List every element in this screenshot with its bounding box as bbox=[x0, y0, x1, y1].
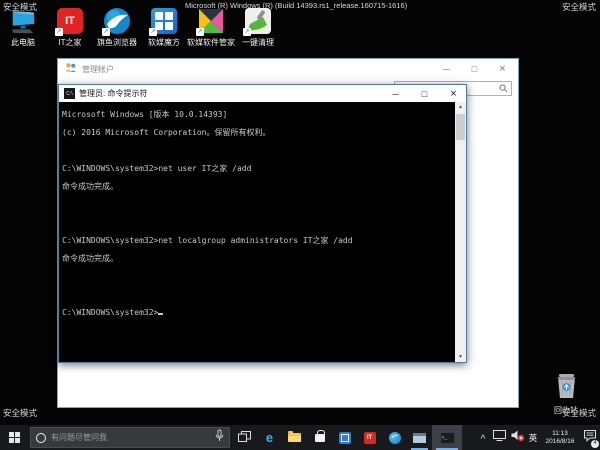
language-indicator[interactable]: 英 bbox=[526, 425, 540, 450]
close-button[interactable] bbox=[491, 61, 514, 77]
edge-button[interactable] bbox=[257, 425, 282, 450]
desktop-icon-label: 软媒软件管家 bbox=[187, 37, 235, 48]
cortana-search-box[interactable] bbox=[30, 427, 230, 448]
ithome-app-button[interactable]: IT bbox=[357, 425, 382, 450]
desktop-icon-label: 此电脑 bbox=[11, 37, 35, 48]
ruanmei-app-button[interactable] bbox=[332, 425, 357, 450]
shortcut-arrow-icon: ↗ bbox=[243, 28, 251, 36]
cmd-window: 管理员: 命令提示符 Microsoft Windows [版本 10.0.14… bbox=[58, 84, 467, 363]
desktop-icon-ithome[interactable]: IT ↗ IT之家 bbox=[49, 7, 91, 48]
scrollbar-thumb[interactable] bbox=[456, 114, 465, 140]
ithome-icon: IT ↗ bbox=[56, 7, 84, 35]
show-hidden-icons-chevron[interactable] bbox=[476, 425, 490, 450]
desktop-icon-ruanmei-manager[interactable]: ↗ 软媒软件管家 bbox=[190, 7, 232, 48]
desktop-icon-qiyu-browser[interactable]: ↗ 旗鱼浏览器 bbox=[96, 7, 138, 48]
accounts-window-icon bbox=[413, 433, 426, 443]
desktop-icon-ruanmei-mofang[interactable]: ↗ 软媒魔方 bbox=[143, 7, 185, 48]
accounts-window-titlebar[interactable]: 管理帐户 bbox=[58, 59, 518, 79]
accounts-window-title: 管理帐户 bbox=[82, 64, 430, 75]
ithome-icon: IT bbox=[364, 432, 376, 444]
windows-logo-icon bbox=[9, 432, 20, 443]
desktop-icon-label: 一键清理 bbox=[242, 37, 274, 48]
safe-mode-label-top-right: 安全模式 bbox=[562, 1, 596, 13]
shortcut-arrow-icon: ↗ bbox=[102, 28, 110, 36]
file-explorer-icon bbox=[288, 433, 301, 442]
safe-mode-label-top-left: 安全模式 bbox=[3, 1, 37, 13]
cmd-window-body: Microsoft Windows [版本 10.0.14393] (c) 20… bbox=[59, 102, 466, 362]
ruanmei-app-icon bbox=[339, 432, 351, 444]
minimize-button[interactable] bbox=[383, 85, 408, 102]
clock-time: 11:13 bbox=[552, 430, 568, 438]
user-accounts-icon bbox=[64, 60, 77, 78]
cmd-icon bbox=[64, 88, 75, 99]
display-icon bbox=[492, 429, 507, 447]
console-output[interactable]: Microsoft Windows [版本 10.0.14393] (c) 20… bbox=[59, 102, 455, 362]
desktop-icon-row: 此电脑 IT ↗ IT之家 ↗ 旗鱼浏览器 ↗ 软媒魔方 bbox=[2, 7, 279, 48]
clock[interactable]: 11:13 2016/8/16 bbox=[540, 425, 580, 450]
qiyu-browser-icon: ↗ bbox=[103, 7, 131, 35]
taskbar: IT bbox=[0, 425, 600, 450]
cmd-taskbar-button[interactable] bbox=[432, 425, 462, 450]
cmd-window-title: 管理员: 命令提示符 bbox=[79, 88, 379, 99]
desktop-icon-this-pc[interactable]: 此电脑 bbox=[2, 7, 44, 48]
close-button[interactable] bbox=[441, 85, 466, 102]
qiyu-browser-button[interactable] bbox=[382, 425, 407, 450]
shortcut-arrow-icon: ↗ bbox=[149, 28, 157, 36]
desktop-icon-one-key-clean[interactable]: ↗ 一键清理 bbox=[237, 7, 279, 48]
clock-date: 2016/8/16 bbox=[546, 438, 575, 446]
shortcut-arrow-icon: ↗ bbox=[196, 28, 204, 36]
desktop-icon-label: IT之家 bbox=[58, 37, 81, 48]
desktop-icon-label: 旗鱼浏览器 bbox=[97, 37, 137, 48]
shortcut-arrow-icon: ↗ bbox=[55, 28, 63, 36]
network-display-button[interactable] bbox=[490, 425, 508, 450]
recycle-bin-icon bbox=[553, 371, 580, 404]
store-button[interactable] bbox=[307, 425, 332, 450]
start-button[interactable] bbox=[0, 425, 28, 450]
task-view-button[interactable] bbox=[232, 425, 257, 450]
search-input[interactable] bbox=[51, 433, 210, 442]
desktop-icon-label: 软媒魔方 bbox=[148, 37, 180, 48]
notification-badge: 4 bbox=[591, 440, 599, 448]
search-icon bbox=[499, 80, 508, 98]
speaker-muted-icon bbox=[510, 429, 525, 447]
system-tray: 英 11:13 2016/8/16 4 bbox=[476, 425, 600, 450]
ruanmei-manager-icon: ↗ bbox=[197, 7, 225, 35]
store-icon bbox=[315, 434, 325, 442]
minimize-button[interactable] bbox=[435, 61, 458, 77]
volume-button[interactable] bbox=[508, 425, 526, 450]
scroll-up-icon[interactable] bbox=[455, 102, 466, 112]
maximize-button[interactable] bbox=[463, 61, 486, 77]
accounts-window-taskbar-button[interactable] bbox=[407, 425, 432, 450]
console-text: Microsoft Windows [版本 10.0.14393] (c) 20… bbox=[62, 110, 353, 317]
qiyu-browser-icon bbox=[389, 432, 401, 444]
microphone-icon[interactable] bbox=[215, 429, 224, 447]
maximize-button[interactable] bbox=[412, 85, 437, 102]
cortana-icon bbox=[36, 433, 46, 443]
console-cursor bbox=[158, 308, 163, 315]
ruanmei-mofang-icon: ↗ bbox=[150, 7, 178, 35]
edge-icon bbox=[266, 429, 273, 447]
safe-mode-label-bottom-right: 安全模式 bbox=[562, 407, 596, 419]
console-scrollbar[interactable] bbox=[455, 102, 466, 362]
safe-mode-label-bottom-left: 安全模式 bbox=[3, 407, 37, 419]
scroll-down-icon[interactable] bbox=[455, 352, 466, 362]
file-explorer-button[interactable] bbox=[282, 425, 307, 450]
cmd-window-titlebar[interactable]: 管理员: 命令提示符 bbox=[59, 85, 466, 102]
task-view-icon bbox=[238, 429, 251, 447]
cmd-icon bbox=[441, 433, 454, 443]
one-key-clean-icon: ↗ bbox=[244, 7, 272, 35]
action-center-button[interactable]: 4 bbox=[580, 425, 600, 450]
